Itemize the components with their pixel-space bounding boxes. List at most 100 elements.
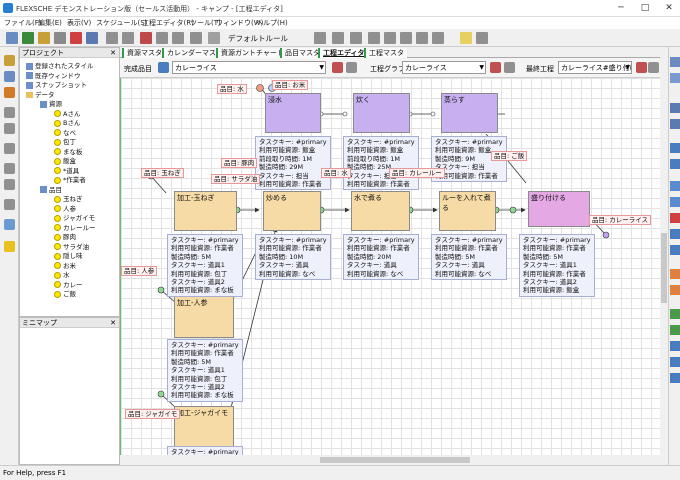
menu-help[interactable]: ヘルプ(H) — [256, 18, 288, 28]
product-edit-icon[interactable] — [332, 62, 343, 73]
tree-item[interactable]: サラダ油 — [54, 241, 89, 251]
tree-item[interactable]: カレールー — [54, 222, 96, 232]
stats-icon[interactable] — [670, 309, 680, 319]
final-edit-icon[interactable] — [636, 62, 647, 73]
swap-icon[interactable] — [158, 62, 169, 73]
tree-item[interactable]: 品目 — [40, 184, 62, 194]
print-icon[interactable] — [4, 107, 15, 118]
copy-icon[interactable] — [332, 32, 344, 44]
tree-item[interactable]: 既存ウィンドウ — [26, 70, 81, 80]
stats-icon[interactable] — [670, 357, 680, 367]
filter-icon[interactable] — [172, 32, 184, 44]
run-schedule-icon[interactable] — [140, 32, 152, 44]
table-icon[interactable] — [106, 32, 118, 44]
gantt-icon[interactable] — [670, 213, 680, 223]
menu-edit[interactable]: 編集(E) — [38, 18, 62, 28]
save-icon[interactable] — [38, 32, 50, 44]
tab-item-master[interactable]: 品目マスタ — [280, 48, 323, 58]
close-icon[interactable]: ✕ — [110, 48, 116, 58]
tree-item[interactable]: 隠し味 — [54, 250, 83, 260]
chart-icon[interactable] — [670, 181, 680, 191]
product-select[interactable]: カレーライス ▼ — [172, 61, 326, 74]
process-node[interactable]: 水で煮る — [351, 191, 410, 231]
tree-item[interactable]: 資源 — [40, 98, 62, 108]
tile-icon[interactable] — [670, 159, 680, 169]
tree-item[interactable]: データ — [26, 89, 55, 99]
fit-icon[interactable] — [432, 32, 444, 44]
menu-view[interactable]: 表示(V) — [67, 18, 91, 28]
chart-icon[interactable] — [670, 197, 680, 207]
note-icon[interactable] — [460, 32, 472, 44]
tree-item[interactable]: お米 — [54, 260, 76, 270]
stats-icon[interactable] — [670, 341, 680, 351]
vertical-scroll-thumb[interactable] — [661, 233, 667, 303]
grid-icon[interactable] — [86, 32, 98, 44]
menu-process-editor[interactable]: 工程エディタ(R) — [142, 18, 194, 28]
clear-icon[interactable] — [208, 32, 220, 44]
process-node[interactable]: 蒸らす — [441, 93, 498, 133]
tree-item[interactable]: Bさん — [54, 117, 80, 127]
tree-item[interactable]: 人参 — [54, 203, 76, 213]
tree-item[interactable]: *道具 — [54, 165, 79, 175]
find-icon[interactable] — [4, 199, 15, 210]
tree-item[interactable]: *作業者 — [54, 174, 86, 184]
properties-icon[interactable] — [54, 32, 66, 44]
graph-edit-icon[interactable] — [490, 62, 501, 73]
search-icon[interactable] — [4, 219, 15, 230]
new-icon[interactable] — [6, 32, 18, 44]
tree-item[interactable]: ご飯 — [54, 288, 76, 298]
product-add-icon[interactable] — [346, 62, 357, 73]
print-preview-icon[interactable] — [4, 123, 15, 134]
maximize-button[interactable]: □ — [634, 0, 656, 16]
chart-icon[interactable] — [670, 229, 680, 239]
list-icon[interactable] — [122, 32, 134, 44]
close-button[interactable]: ✕ — [658, 0, 680, 16]
stats-icon[interactable] — [670, 325, 680, 335]
chart-icon[interactable] — [670, 245, 680, 255]
process-node[interactable]: 加工-玉ねぎ — [174, 191, 237, 231]
close-icon[interactable]: ✕ — [110, 318, 116, 328]
minimize-button[interactable]: ─ — [610, 0, 632, 16]
tree-item[interactable]: 飯盒 — [54, 155, 76, 165]
vertical-scrollbar[interactable] — [660, 58, 668, 455]
final-add-icon[interactable] — [648, 62, 659, 73]
undo-icon[interactable] — [4, 163, 15, 174]
graph-add-icon[interactable] — [504, 62, 515, 73]
redo-icon[interactable] — [4, 179, 15, 190]
tree-item[interactable]: 登録されたスタイル — [26, 60, 94, 70]
tree-item[interactable]: スナップショット — [26, 79, 87, 89]
window-icon[interactable] — [670, 143, 680, 153]
graph-select[interactable]: カレーライス ▼ — [402, 61, 486, 74]
tree-item[interactable]: 水 — [54, 269, 70, 279]
default-rule-label[interactable]: デフォルトルール — [228, 33, 288, 44]
save-icon[interactable] — [4, 55, 15, 66]
horizontal-scrollbar[interactable] — [120, 455, 660, 465]
final-process-select[interactable]: カレーライス#盛り付ける▼ — [558, 61, 632, 74]
process-node[interactable]: ルーを入れて煮る — [439, 191, 496, 231]
close-view-icon[interactable] — [670, 57, 680, 67]
process-node[interactable]: 炊く — [353, 93, 410, 133]
cut-icon[interactable] — [314, 32, 326, 44]
tree-item[interactable]: 包丁 — [54, 136, 76, 146]
settings-icon[interactable] — [156, 32, 168, 44]
tab-resource-master[interactable]: 資源マスタ — [122, 48, 165, 58]
comment-icon[interactable] — [476, 32, 488, 44]
graph-view-icon[interactable] — [670, 73, 680, 83]
tree-item[interactable]: まな板 — [54, 146, 83, 156]
refresh-icon[interactable] — [4, 87, 15, 98]
redo-icon[interactable] — [384, 32, 396, 44]
help-icon[interactable] — [4, 241, 15, 252]
layout-icon[interactable] — [190, 32, 202, 44]
bar-chart-icon[interactable] — [670, 285, 680, 295]
stats-icon[interactable] — [670, 373, 680, 383]
tree-item[interactable]: なべ — [54, 127, 76, 137]
tab-process-master[interactable]: 工程マスタ — [364, 48, 407, 58]
process-graph-canvas[interactable]: 浸水 炊く 蒸らす 加工-玉ねぎ 炒める 水で煮る ルーを入れて煮る 盛り付ける 加工-人参 加工… — [120, 78, 660, 455]
menu-file[interactable]: ファイル(F) — [4, 18, 42, 28]
process-node[interactable]: 加工-人参 — [174, 296, 234, 338]
tree-item[interactable]: カレー — [54, 279, 83, 289]
process-node[interactable]: 浸水 — [265, 93, 321, 133]
tab-process-editor[interactable]: 工程エディタ — [318, 48, 368, 58]
cut-icon[interactable] — [4, 143, 15, 154]
tree-item[interactable]: Aさん — [54, 108, 80, 118]
